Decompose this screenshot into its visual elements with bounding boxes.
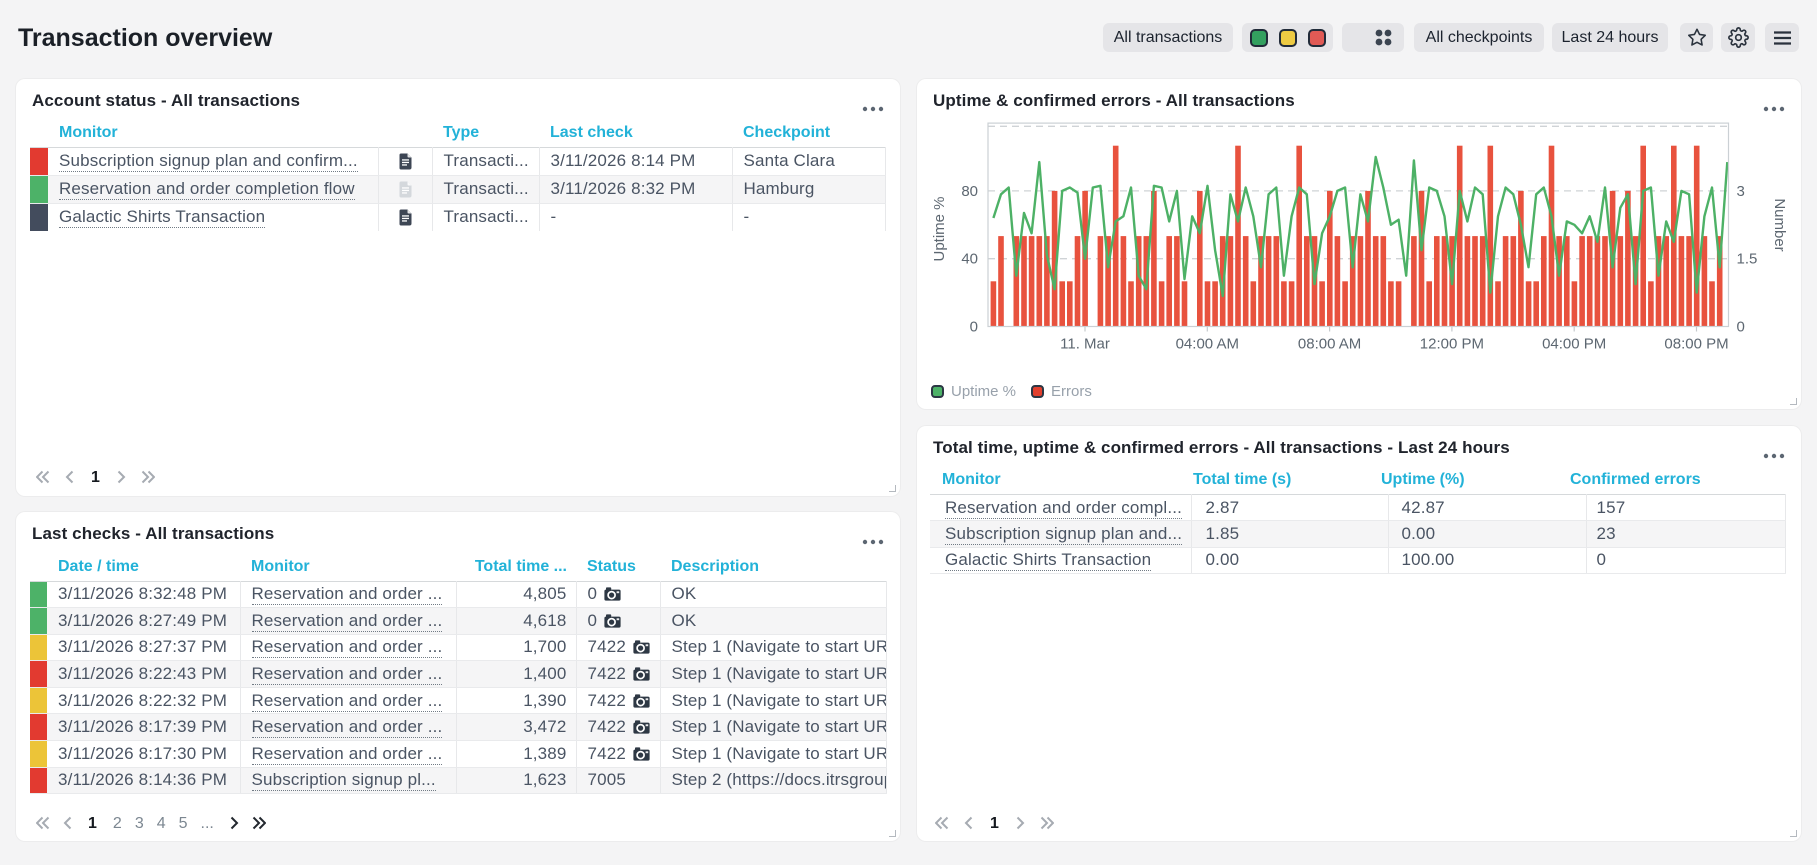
svg-text:Number: Number [1771, 198, 1788, 251]
svg-text:12:00 PM: 12:00 PM [1420, 336, 1484, 353]
svg-text:40: 40 [961, 251, 978, 268]
svg-text:08:00 AM: 08:00 AM [1298, 336, 1361, 353]
svg-text:1.5: 1.5 [1737, 251, 1758, 268]
svg-text:11. Mar: 11. Mar [1060, 336, 1110, 353]
svg-text:0: 0 [1737, 319, 1745, 336]
svg-text:3: 3 [1737, 183, 1745, 200]
svg-text:80: 80 [961, 183, 978, 200]
svg-text:08:00 PM: 08:00 PM [1664, 336, 1728, 353]
svg-text:Uptime %: Uptime % [931, 196, 948, 261]
svg-text:0: 0 [970, 319, 978, 336]
svg-text:04:00 AM: 04:00 AM [1176, 336, 1239, 353]
svg-text:04:00 PM: 04:00 PM [1542, 336, 1606, 353]
